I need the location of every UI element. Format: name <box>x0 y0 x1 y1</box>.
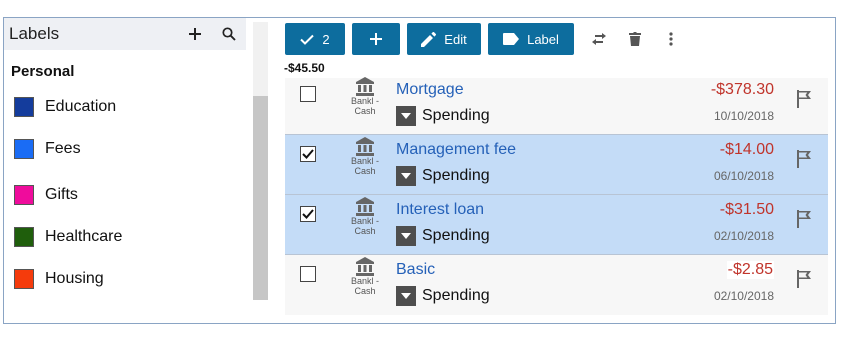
check-icon <box>300 34 315 45</box>
label-button[interactable]: Label <box>488 23 574 55</box>
transaction-amount: -$378.30 <box>710 81 774 98</box>
add-label-button[interactable] <box>178 18 212 50</box>
transaction-row[interactable]: Bankl - Cash Basic Spending -$2.85 02/10… <box>285 255 828 315</box>
plus-icon <box>370 33 382 45</box>
labels-title: Labels <box>9 24 60 43</box>
flag-icon <box>797 270 811 288</box>
check-icon <box>302 209 314 219</box>
labels-panel: Labels Personal Education Fees Gifts Hea… <box>4 18 254 299</box>
search-labels-button[interactable] <box>212 18 246 50</box>
row-checkbox[interactable] <box>300 266 316 282</box>
account-name: Bankl - Cash <box>350 276 379 296</box>
label-color-swatch <box>14 227 34 247</box>
selection-count: 2 <box>322 31 330 47</box>
pencil-icon <box>421 31 437 47</box>
flag-button[interactable] <box>796 210 816 230</box>
transaction-date: 06/10/2018 <box>713 169 774 183</box>
scrollbar-thumb[interactable] <box>253 96 268 300</box>
category-selector[interactable]: Spending <box>396 226 490 246</box>
labels-header: Labels <box>4 18 246 50</box>
transaction-amount: -$14.00 <box>719 141 774 158</box>
category-selector[interactable]: Spending <box>396 166 490 186</box>
transaction-amount: -$2.85 <box>726 261 774 279</box>
transaction-amount: -$31.50 <box>719 201 774 218</box>
account-info: Bankl - Cash <box>342 77 388 116</box>
edit-button[interactable]: Edit <box>407 23 481 55</box>
more-options-button[interactable] <box>653 23 689 55</box>
account-info: Bankl - Cash <box>342 137 388 176</box>
label-color-swatch <box>14 185 34 205</box>
payee-link[interactable]: Interest loan <box>396 201 484 219</box>
chevron-down-icon <box>396 286 416 306</box>
trash-icon <box>629 32 641 46</box>
row-checkbox[interactable] <box>300 146 316 162</box>
account-name: Bankl - Cash <box>350 96 379 116</box>
payee-link[interactable]: Management fee <box>396 141 516 159</box>
transaction-date: 02/10/2018 <box>713 289 774 303</box>
account-info: Bankl - Cash <box>342 257 388 296</box>
transaction-date: 10/10/2018 <box>713 109 774 123</box>
delete-button[interactable] <box>617 23 653 55</box>
payee-link[interactable]: Mortgage <box>396 81 464 99</box>
flag-button[interactable] <box>796 270 816 290</box>
toolbar: 2 Edit Label <box>285 23 689 55</box>
edit-button-label: Edit <box>444 31 467 47</box>
swap-icon <box>592 33 606 45</box>
label-item-text: Fees <box>45 140 81 157</box>
account-info: Bankl - Cash <box>342 197 388 236</box>
label-item-fees[interactable]: Fees <box>14 137 81 161</box>
tag-icon <box>503 33 520 45</box>
label-item-education[interactable]: Education <box>14 95 116 119</box>
label-color-swatch <box>14 97 34 117</box>
label-color-swatch <box>14 139 34 159</box>
transaction-date: 02/10/2018 <box>713 229 774 243</box>
flag-icon <box>797 150 811 168</box>
label-item-housing[interactable]: Housing <box>14 267 104 291</box>
payee-link[interactable]: Basic <box>396 261 435 279</box>
more-vertical-icon <box>669 32 673 46</box>
flag-button[interactable] <box>796 150 816 170</box>
bank-icon <box>356 257 374 276</box>
transaction-row[interactable]: Bankl - Cash Mortgage Spending -$378.30 … <box>285 77 828 135</box>
row-checkbox[interactable] <box>300 206 316 222</box>
plus-icon <box>189 28 201 40</box>
label-color-swatch <box>14 269 34 289</box>
label-item-text: Housing <box>45 270 104 287</box>
search-icon <box>222 27 236 41</box>
category-label: Spending <box>422 167 490 184</box>
label-group-title: Personal <box>11 63 75 80</box>
chevron-down-icon <box>396 106 416 126</box>
account-name: Bankl - Cash <box>350 216 379 236</box>
row-checkbox[interactable] <box>300 86 316 102</box>
flag-icon <box>797 90 811 108</box>
category-selector[interactable]: Spending <box>396 106 490 126</box>
selection-count-button[interactable]: 2 <box>285 23 345 55</box>
flag-icon <box>797 210 811 228</box>
labels-scrollbar[interactable] <box>253 22 268 300</box>
label-item-text: Education <box>45 98 117 115</box>
bank-icon <box>356 197 374 216</box>
label-item-gifts[interactable]: Gifts <box>14 183 78 207</box>
account-name: Bankl - Cash <box>350 156 379 176</box>
label-button-label: Label <box>527 31 559 47</box>
category-label: Spending <box>422 107 490 124</box>
label-item-text: Gifts <box>45 186 78 203</box>
selection-total: -$45.50 <box>284 61 325 75</box>
category-selector[interactable]: Spending <box>396 286 490 306</box>
label-item-text: Healthcare <box>45 228 123 245</box>
transaction-row[interactable]: Bankl - Cash Interest loan Spending -$31… <box>285 195 828 255</box>
category-label: Spending <box>422 287 490 304</box>
chevron-down-icon <box>396 166 416 186</box>
transfer-button[interactable] <box>581 23 617 55</box>
bank-icon <box>356 137 374 156</box>
label-item-healthcare[interactable]: Healthcare <box>14 225 122 249</box>
flag-button[interactable] <box>796 90 816 110</box>
bank-icon <box>356 77 374 96</box>
check-icon <box>302 149 314 159</box>
category-label: Spending <box>422 227 490 244</box>
transaction-list: Bankl - Cash Mortgage Spending -$378.30 … <box>285 77 828 315</box>
transaction-row[interactable]: Bankl - Cash Management fee Spending -$1… <box>285 135 828 195</box>
add-transaction-button[interactable] <box>352 23 400 55</box>
chevron-down-icon <box>396 226 416 246</box>
